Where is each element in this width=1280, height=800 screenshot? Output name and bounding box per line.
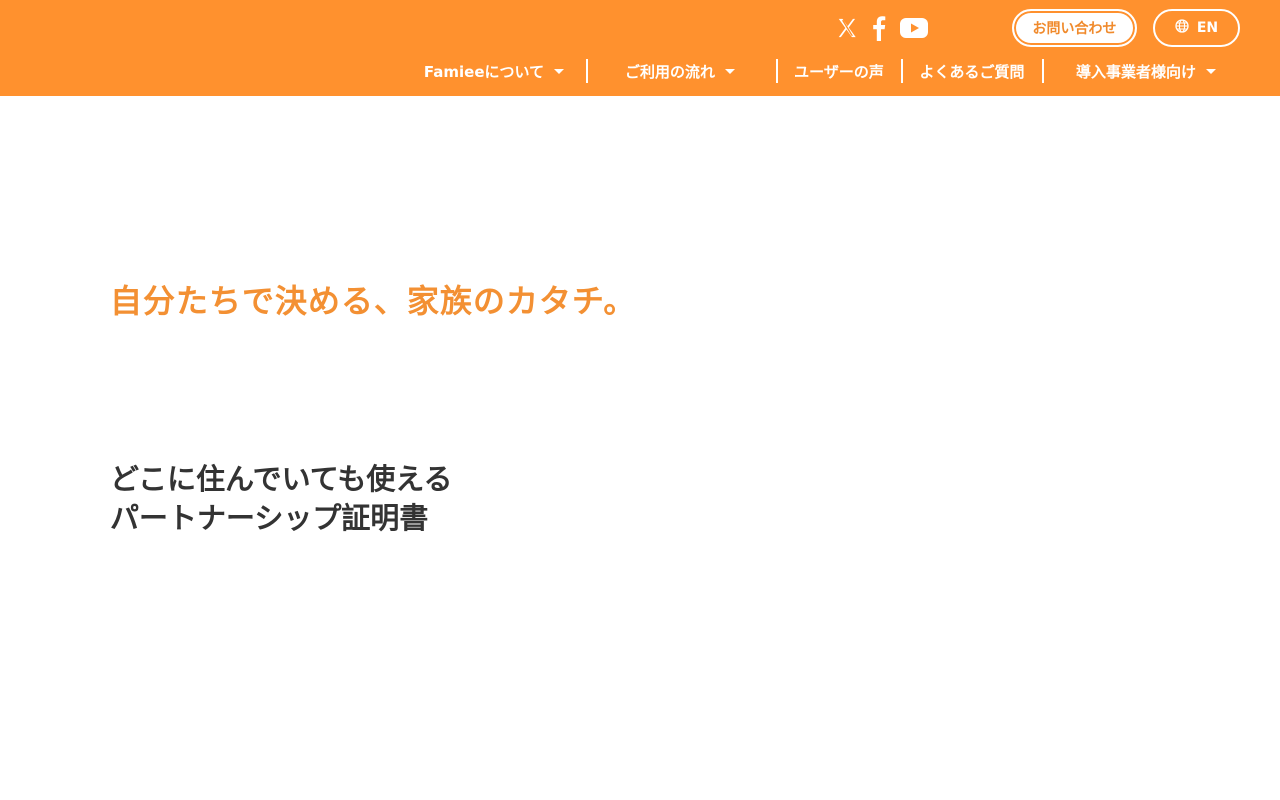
facebook-icon[interactable] <box>872 15 886 41</box>
site-header: お問い合わせ EN Famieeについて ご利用の流れ ユーザーの声 よくあるご… <box>0 0 1280 96</box>
nav-divider <box>1042 59 1044 83</box>
youtube-icon[interactable] <box>900 18 928 38</box>
contact-button[interactable]: お問い合わせ <box>1012 9 1137 47</box>
chevron-down-icon <box>725 68 735 74</box>
chevron-down-icon <box>554 68 565 74</box>
x-icon[interactable] <box>836 17 858 39</box>
nav-divider <box>901 59 903 83</box>
nav-business-label: 導入事業者様向け <box>1075 62 1196 81</box>
nav-item-voices[interactable]: ユーザーの声 <box>783 56 895 86</box>
hero-subtitle-line-1: どこに住んでいても使える <box>110 462 453 496</box>
nav-item-about[interactable]: Famieeについて <box>414 56 574 86</box>
social-links <box>836 14 928 42</box>
nav-item-faq[interactable]: よくあるご質問 <box>908 56 1036 86</box>
contact-label: お問い合わせ <box>1032 21 1117 37</box>
language-label: EN <box>1196 20 1219 36</box>
hero-subtitle-line-2: パートナーシップ証明書 <box>110 501 429 535</box>
nav-item-flow[interactable]: ご利用の流れ <box>600 56 760 86</box>
nav-faq-label: よくあるご質問 <box>919 62 1025 81</box>
nav-item-business[interactable]: 導入事業者様向け <box>1056 56 1236 86</box>
hero-tagline: 自分たちで決める、家族のカタチ。 <box>110 282 637 320</box>
chevron-down-icon <box>1206 68 1216 74</box>
nav-flow-label: ご利用の流れ <box>624 62 715 81</box>
nav-divider <box>776 59 778 83</box>
hero-subtitle: どこに住んでいても使える パートナーシップ証明書 <box>110 460 453 538</box>
nav-voices-label: ユーザーの声 <box>794 62 884 81</box>
nav-about-label: Famieeについて <box>423 62 545 81</box>
globe-icon <box>1175 19 1189 37</box>
language-button[interactable]: EN <box>1153 9 1240 47</box>
nav-divider <box>586 59 588 83</box>
main-nav: Famieeについて ご利用の流れ ユーザーの声 よくあるご質問 導入事業者様向… <box>0 56 1280 86</box>
